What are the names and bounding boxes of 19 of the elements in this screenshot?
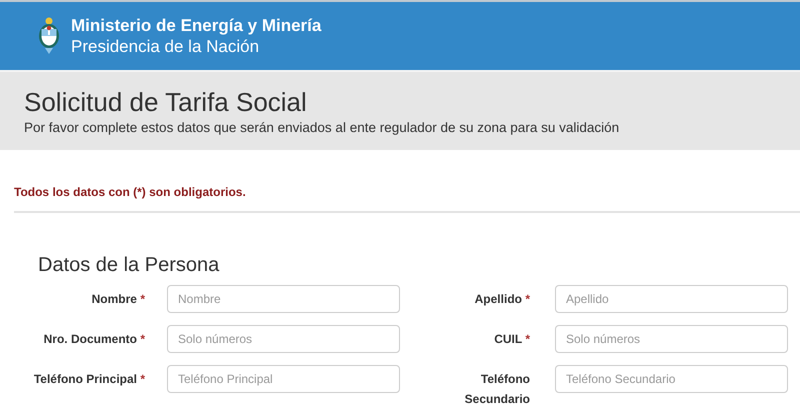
field-label: CUIL * [493,331,530,348]
field-label: Teléfono Principal * [32,371,145,388]
input-field[interactable]: Solo números [167,325,400,353]
field-label: Nombre * [90,291,145,308]
field-label: Apellido * [474,291,530,308]
input-field[interactable]: Apellido [555,285,788,313]
page-description: Por favor complete estos datos que serán enviados al ente regulador de su zona para su validación [24,120,620,135]
presidency-subtitle: Presidencia de la Nación [71,36,260,57]
field-label: Nro. Documento * [42,331,145,348]
input-field[interactable]: Solo números [555,325,788,353]
field-label: Teléfono Secundario [464,371,530,408]
input-field[interactable]: Nombre [167,285,400,313]
input-field[interactable]: Teléfono Principal [167,365,400,393]
required-fields-note: Todos los datos con (*) son obligatorios. [14,185,247,199]
section-title: Datos de la Persona [38,253,220,277]
ministry-title: Ministerio de Energía y Minería [71,15,322,36]
coat-of-arms-icon [37,16,61,56]
input-field[interactable]: Teléfono Secundario [555,365,788,393]
page-title: Solicitud de Tarifa Social [24,86,308,118]
